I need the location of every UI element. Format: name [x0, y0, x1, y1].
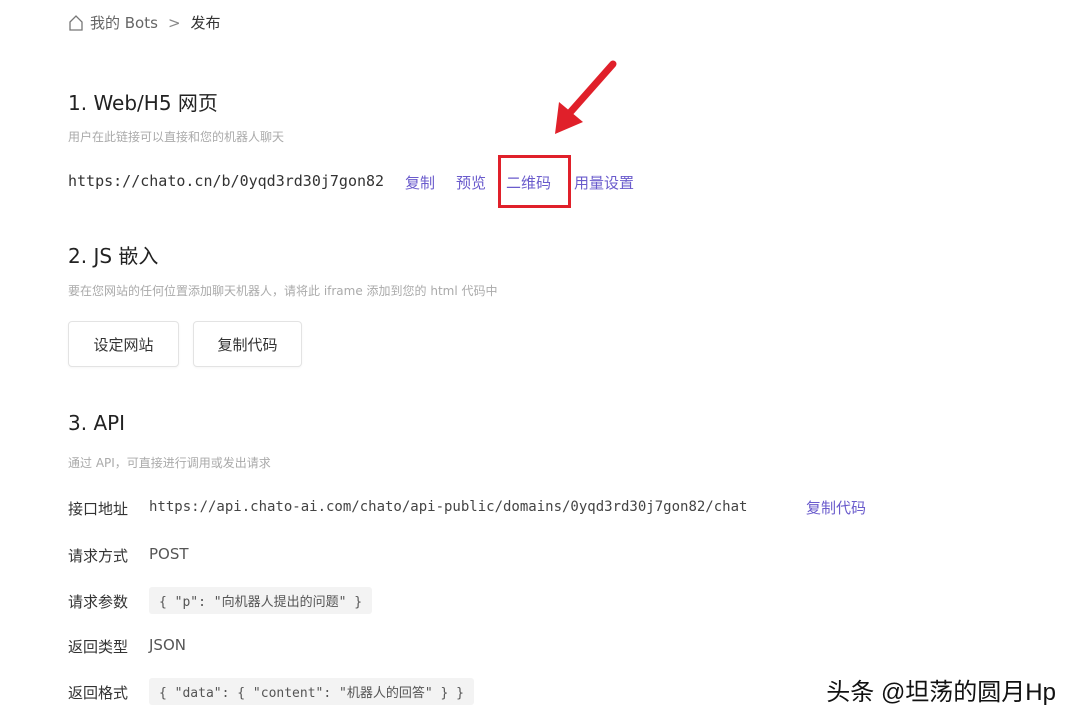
api-section-title: 3. API	[68, 411, 126, 435]
preview-button[interactable]: 预览	[456, 172, 486, 193]
red-arrow-icon	[555, 60, 617, 134]
web-url: https://chato.cn/b/0yqd3rd30j7gon82	[68, 172, 385, 190]
watermark: 头条 @坦荡的圆月Hp	[826, 679, 1056, 706]
params-value: { "p": "向机器人提出的问题" }	[149, 587, 373, 614]
usage-settings-button[interactable]: 用量设置	[574, 172, 634, 193]
return-format-value: { "data": { "content": "机器人的回答" } }	[149, 678, 474, 705]
breadcrumb-parent[interactable]: 我的 Bots	[90, 12, 158, 33]
api-section-description: 通过 API，可直接进行调用或发出请求	[68, 456, 271, 470]
params-label: 请求参数	[68, 593, 129, 611]
return-format-label: 返回格式	[68, 684, 129, 702]
web-section-title: 1. Web/H5 网页	[68, 91, 218, 115]
js-section-title: 2. JS 嵌入	[68, 244, 159, 268]
api-copy-code-button[interactable]: 复制代码	[806, 497, 866, 518]
breadcrumb-separator: >	[167, 13, 181, 32]
copy-link-button[interactable]: 复制	[405, 172, 435, 193]
web-section-description: 用户在此链接可以直接和您的机器人聊天	[68, 130, 285, 144]
endpoint-label: 接口地址	[68, 500, 129, 518]
method-value: POST	[149, 545, 189, 563]
copy-code-button[interactable]: 复制代码	[193, 321, 302, 367]
set-site-button[interactable]: 设定网站	[68, 321, 179, 367]
breadcrumb-current: 发布	[190, 14, 221, 32]
method-label: 请求方式	[68, 547, 129, 565]
return-type-value: JSON	[149, 636, 186, 654]
qrcode-highlight-box	[498, 155, 571, 208]
endpoint-value: https://api.chato-ai.com/chato/api-publi…	[149, 499, 748, 515]
breadcrumb: 我的 Bots > 发布	[68, 12, 221, 33]
return-type-label: 返回类型	[68, 638, 129, 656]
js-section-description: 要在您网站的任何位置添加聊天机器人，请将此 iframe 添加到您的 html …	[68, 284, 498, 298]
home-icon[interactable]	[68, 14, 84, 32]
